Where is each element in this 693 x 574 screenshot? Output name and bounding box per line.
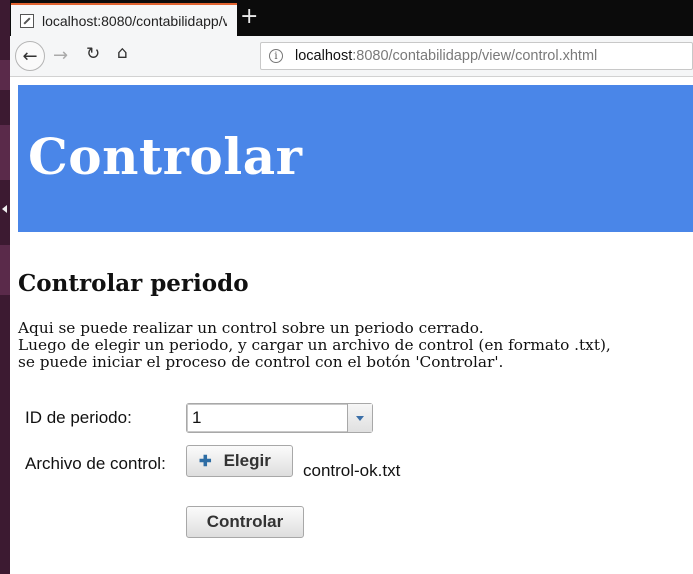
page-title: Controlar bbox=[28, 127, 303, 186]
page-header-banner: Controlar bbox=[18, 85, 693, 232]
address-bar[interactable]: i localhost:8080/contabilidapp/view/cont… bbox=[260, 42, 693, 70]
forward-arrow-icon[interactable]: → bbox=[53, 45, 68, 66]
select-input-area[interactable] bbox=[187, 404, 348, 432]
home-icon[interactable]: ⌂ bbox=[117, 43, 128, 63]
elegir-upload-button[interactable]: ✚ Elegir bbox=[186, 445, 293, 477]
new-tab-button[interactable]: + bbox=[240, 6, 258, 28]
url-path: :8080/contabilidapp/view/control.xhtml bbox=[352, 48, 598, 64]
description-line: Luego de elegir un periodo, y cargar un … bbox=[18, 336, 611, 354]
plus-icon: ✚ bbox=[199, 453, 212, 470]
url-text: localhost:8080/contabilidapp/view/contro… bbox=[295, 48, 597, 64]
tab-title: localhost:8080/contabilidapp/view/contro… bbox=[42, 12, 227, 29]
periodo-select[interactable]: 1 bbox=[186, 403, 373, 433]
browser-tab[interactable]: localhost:8080/contabilidapp/view/contro… bbox=[11, 3, 237, 36]
description-line: Aqui se puede realizar un control sobre … bbox=[18, 319, 484, 337]
archivo-label: Archivo de control: bbox=[25, 454, 166, 473]
periodo-label: ID de periodo: bbox=[25, 408, 132, 427]
launcher-item[interactable] bbox=[0, 60, 10, 90]
url-host: localhost bbox=[295, 48, 353, 64]
controlar-label: Controlar bbox=[206, 512, 284, 531]
launcher-active-arrow-icon bbox=[2, 205, 7, 213]
launcher-item[interactable] bbox=[0, 245, 10, 295]
page-favicon-icon bbox=[20, 13, 34, 28]
description: Aqui se puede realizar un control sobre … bbox=[18, 320, 611, 371]
ubuntu-launcher bbox=[0, 0, 10, 574]
info-icon[interactable]: i bbox=[269, 49, 283, 63]
selected-file-name: control-ok.txt bbox=[303, 461, 401, 480]
controlar-button[interactable]: Controlar bbox=[186, 506, 304, 538]
periodo-selected-value: 1 bbox=[192, 408, 202, 427]
chevron-down-icon[interactable] bbox=[347, 404, 372, 432]
reload-icon[interactable]: ↻ bbox=[86, 44, 100, 64]
back-arrow-icon: ← bbox=[22, 45, 38, 67]
elegir-label: Elegir bbox=[223, 451, 271, 470]
section-title: Controlar periodo bbox=[18, 270, 249, 297]
launcher-item[interactable] bbox=[0, 125, 10, 180]
description-line: se puede iniciar el proceso de control c… bbox=[18, 353, 504, 371]
back-button[interactable]: ← bbox=[15, 41, 45, 71]
tab-strip: localhost:8080/contabilidapp/view/contro… bbox=[10, 0, 693, 36]
navigation-toolbar: ← → ↻ ⌂ i localhost:8080/contabilidapp/v… bbox=[10, 36, 693, 77]
